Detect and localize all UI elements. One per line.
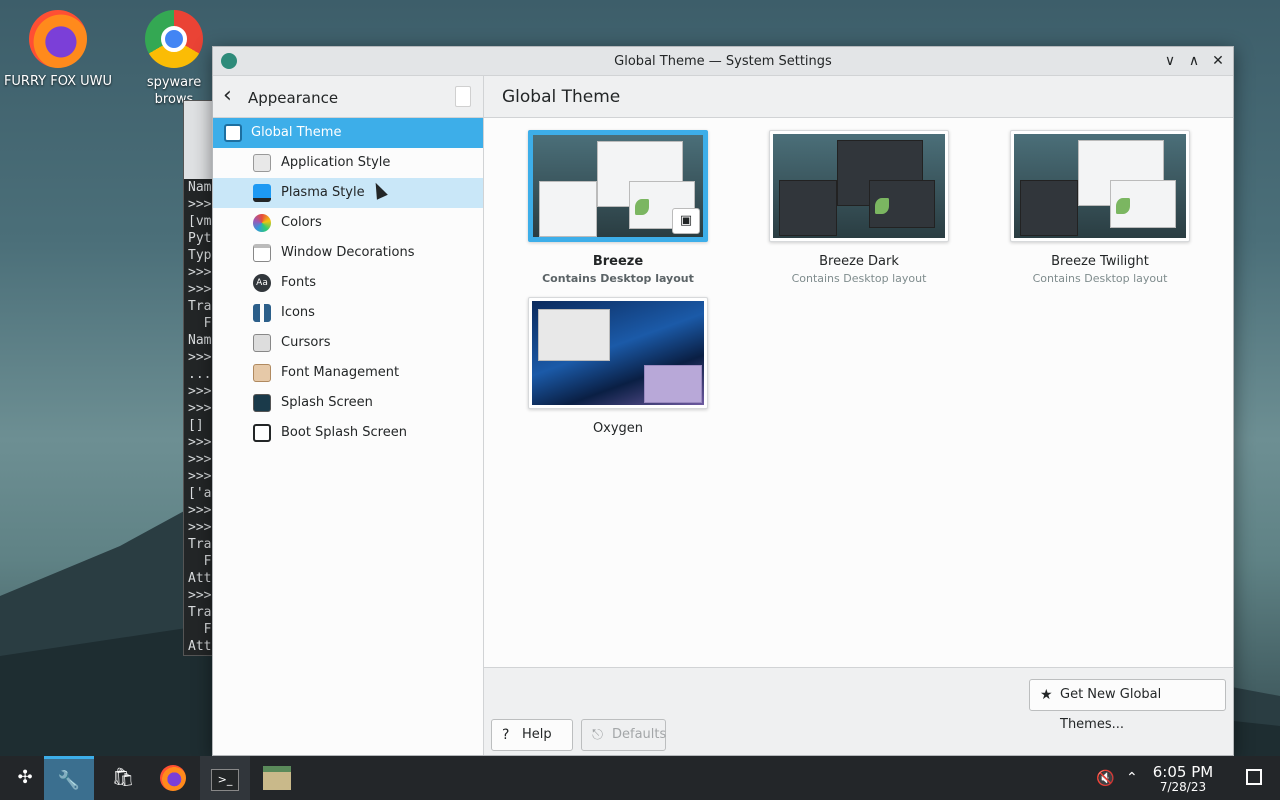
minimize-button[interactable]: ∨ xyxy=(1161,52,1179,70)
sidebar-item-application-style[interactable]: Application Style xyxy=(213,148,483,178)
plasma-style-icon xyxy=(253,184,271,202)
colors-icon xyxy=(253,214,271,232)
sidebar-item-label: Splash Screen xyxy=(281,395,373,410)
help-icon: ? xyxy=(502,727,510,743)
sidebar-item-fonts[interactable]: Aa Fonts xyxy=(213,268,483,298)
theme-card-breeze-twilight[interactable]: Breeze Twilight Contains Desktop layout xyxy=(1010,130,1190,285)
page-title: Global Theme xyxy=(502,87,621,107)
main-panel: Global Theme ▣ Breeze Contains Desktop l… xyxy=(484,76,1233,755)
global-theme-icon xyxy=(224,124,242,142)
theme-thumbnail xyxy=(1010,130,1190,242)
window-decorations-icon xyxy=(253,244,271,262)
chrome-icon xyxy=(145,10,203,68)
firefox-icon xyxy=(29,10,87,68)
sidebar-item-label: Window Decorations xyxy=(281,245,415,260)
boot-splash-icon xyxy=(253,424,271,442)
fonts-icon: Aa xyxy=(253,274,271,292)
sidebar-item-label: Fonts xyxy=(281,275,317,290)
tray-expand-icon[interactable]: ⌃ xyxy=(1126,756,1142,800)
sidebar-item-plasma-style[interactable]: Plasma Style xyxy=(213,178,483,208)
theme-thumbnail xyxy=(769,130,949,242)
get-new-global-themes-button[interactable]: ★ Get New Global Themes... xyxy=(1029,679,1226,732)
theme-thumbnail: ▣ xyxy=(528,130,708,242)
defaults-label: Defaults xyxy=(612,727,667,742)
sidebar: ‹ Appearance Global Theme Application St… xyxy=(213,76,484,755)
theme-name: Oxygen xyxy=(592,421,644,436)
sidebar-item-label: Plasma Style xyxy=(281,185,365,200)
back-arrow-icon[interactable]: ‹ xyxy=(223,85,232,107)
star-icon: ★ xyxy=(1040,687,1053,703)
desktop-icon-firefox[interactable]: FURRY FOX UWU xyxy=(3,10,113,89)
sidebar-item-label: Application Style xyxy=(281,155,391,170)
sidebar-item-label: Global Theme xyxy=(251,125,342,140)
close-button[interactable]: ✕ xyxy=(1209,52,1227,70)
theme-preview-image xyxy=(773,134,945,238)
theme-preview-image xyxy=(532,301,704,405)
window-title: Global Theme — System Settings xyxy=(614,54,832,69)
theme-name: Breeze Twilight xyxy=(1051,254,1149,269)
taskbar: ✣ 🔧 🛍 >_ 🔇 ⌃ 6:05 PM 7/28/23 xyxy=(0,756,1280,800)
show-desktop-icon[interactable] xyxy=(1246,769,1262,785)
sidebar-item-splash-screen[interactable]: Splash Screen xyxy=(213,388,483,418)
application-style-icon xyxy=(253,154,271,172)
sidebar-header: ‹ Appearance xyxy=(213,76,483,118)
theme-card-breeze-dark[interactable]: Breeze Dark Contains Desktop layout xyxy=(769,130,949,285)
theme-card-breeze[interactable]: ▣ Breeze Contains Desktop layout xyxy=(528,130,708,285)
sidebar-item-global-theme[interactable]: Global Theme xyxy=(213,118,483,148)
theme-subtitle: Contains Desktop layout xyxy=(542,272,694,285)
splash-screen-icon xyxy=(253,394,271,412)
taskbar-system-settings-icon[interactable]: 🔧 xyxy=(44,756,94,800)
sidebar-item-window-decorations[interactable]: Window Decorations xyxy=(213,238,483,268)
system-settings-window: Global Theme — System Settings ∨ ∧ ✕ ‹ A… xyxy=(212,46,1234,756)
sidebar-item-label: Colors xyxy=(281,215,322,230)
sidebar-item-label: Cursors xyxy=(281,335,331,350)
theme-name: Breeze xyxy=(592,254,644,269)
volume-muted-icon[interactable]: 🔇 xyxy=(1096,756,1116,800)
clock-time[interactable]: 6:05 PM xyxy=(1148,763,1218,781)
theme-grid: ▣ Breeze Contains Desktop layout Breeze … xyxy=(484,118,1233,668)
sidebar-item-label: Font Management xyxy=(281,365,400,380)
taskbar-terminal-icon[interactable]: >_ xyxy=(200,756,250,800)
app-launcher-icon[interactable]: ✣ xyxy=(0,756,50,800)
desktop-icon-label: FURRY FOX UWU xyxy=(3,74,113,89)
taskbar-files-icon[interactable] xyxy=(252,756,302,800)
theme-preview-image xyxy=(1014,134,1186,238)
sidebar-item-label: Boot Splash Screen xyxy=(281,425,407,440)
sidebar-item-font-management[interactable]: Font Management xyxy=(213,358,483,388)
window-titlebar[interactable]: Global Theme — System Settings ∨ ∧ ✕ xyxy=(213,47,1233,76)
sidebar-item-cursors[interactable]: Cursors xyxy=(213,328,483,358)
help-button[interactable]: ? Help xyxy=(491,719,573,751)
theme-thumbnail xyxy=(528,297,708,409)
theme-name: Breeze Dark xyxy=(819,254,899,269)
sidebar-item-colors[interactable]: Colors xyxy=(213,208,483,238)
main-header: Global Theme xyxy=(484,76,1233,118)
sidebar-item-icons[interactable]: Icons xyxy=(213,298,483,328)
taskbar-discover-icon[interactable]: 🛍 xyxy=(98,756,148,800)
defaults-button[interactable]: ⎋ Defaults xyxy=(581,719,666,751)
clock-date[interactable]: 7/28/23 xyxy=(1153,780,1213,794)
cursors-icon xyxy=(253,334,271,352)
font-management-icon xyxy=(253,364,271,382)
maximize-button[interactable]: ∧ xyxy=(1185,52,1203,70)
sidebar-item-boot-splash-screen[interactable]: Boot Splash Screen xyxy=(213,418,483,448)
sidebar-header-label: Appearance xyxy=(248,89,339,107)
theme-subtitle: Contains Desktop layout xyxy=(1032,272,1168,285)
document-icon[interactable] xyxy=(455,86,471,107)
get-new-label: Get New Global Themes... xyxy=(1060,687,1162,732)
icons-icon xyxy=(253,304,271,322)
theme-subtitle: Contains Desktop layout xyxy=(791,272,927,285)
reset-icon: ⎋ xyxy=(592,727,604,743)
help-label: Help xyxy=(522,727,552,742)
taskbar-firefox-icon[interactable] xyxy=(148,756,198,800)
sidebar-item-label: Icons xyxy=(281,305,315,320)
theme-card-oxygen[interactable]: Oxygen xyxy=(528,297,708,436)
preview-image-icon[interactable]: ▣ xyxy=(672,208,700,234)
